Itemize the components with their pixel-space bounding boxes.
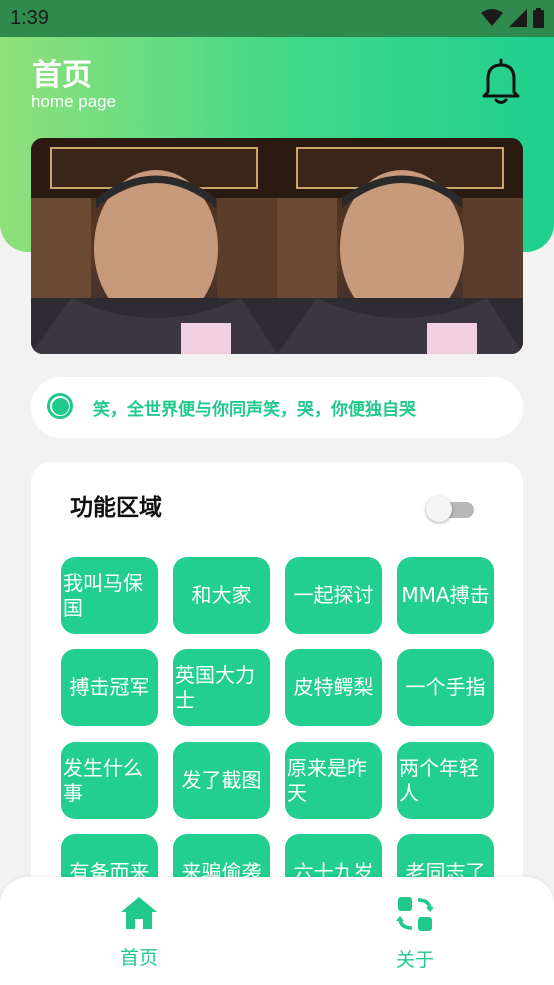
bottom-navigation: 首页 关于 xyxy=(0,877,554,985)
status-time: 1:39 xyxy=(10,7,49,29)
function-button[interactable]: 英国大力士 xyxy=(173,649,270,726)
status-bar: 1:39 xyxy=(0,0,554,37)
bell-icon[interactable] xyxy=(478,56,524,106)
nav-item-about[interactable]: 关于 xyxy=(375,895,455,972)
page-subtitle: home page xyxy=(31,92,117,111)
function-area-toggle[interactable] xyxy=(426,494,476,522)
function-button[interactable]: 原来是昨天 xyxy=(285,742,382,819)
quote-text: 笑，全世界便与你同声笑，哭，你便独自哭 xyxy=(93,400,416,420)
nav-label-home: 首页 xyxy=(119,947,158,969)
toggle-knob xyxy=(426,496,452,522)
banner-carousel[interactable] xyxy=(31,138,523,354)
function-button[interactable]: 两个年轻人 xyxy=(397,742,494,819)
function-button[interactable]: MMA搏击 xyxy=(397,557,494,634)
nav-item-home[interactable]: 首页 xyxy=(99,895,179,970)
function-button[interactable]: 发生什么事 xyxy=(61,742,158,819)
function-area-title: 功能区域 xyxy=(70,495,162,521)
radio-dot-icon xyxy=(47,393,73,419)
battery-icon xyxy=(533,8,544,28)
banner-image-left xyxy=(31,138,277,354)
wifi-icon xyxy=(481,9,503,26)
nav-label-about: 关于 xyxy=(395,949,434,971)
function-button[interactable]: 我叫马保国 xyxy=(61,557,158,634)
function-button[interactable]: 一个手指 xyxy=(397,649,494,726)
function-button[interactable]: 和大家 xyxy=(173,557,270,634)
home-icon xyxy=(121,897,157,929)
function-button[interactable]: 发了截图 xyxy=(173,742,270,819)
function-button[interactable]: 搏击冠军 xyxy=(61,649,158,726)
function-button[interactable]: 皮特鳄梨 xyxy=(285,649,382,726)
status-icons xyxy=(481,8,544,28)
function-button[interactable]: 一起探讨 xyxy=(285,557,382,634)
quote-bar: 笑，全世界便与你同声笑，哭，你便独自哭 xyxy=(31,377,523,438)
banner-image-right xyxy=(277,138,523,354)
signal-icon xyxy=(509,9,527,27)
page-title: 首页 xyxy=(32,58,92,93)
function-area-panel: 功能区域 我叫马保国 和大家 一起探讨 MMA搏击 搏击冠军 英国大力士 皮特鳄… xyxy=(31,462,523,922)
about-icon xyxy=(396,897,434,931)
